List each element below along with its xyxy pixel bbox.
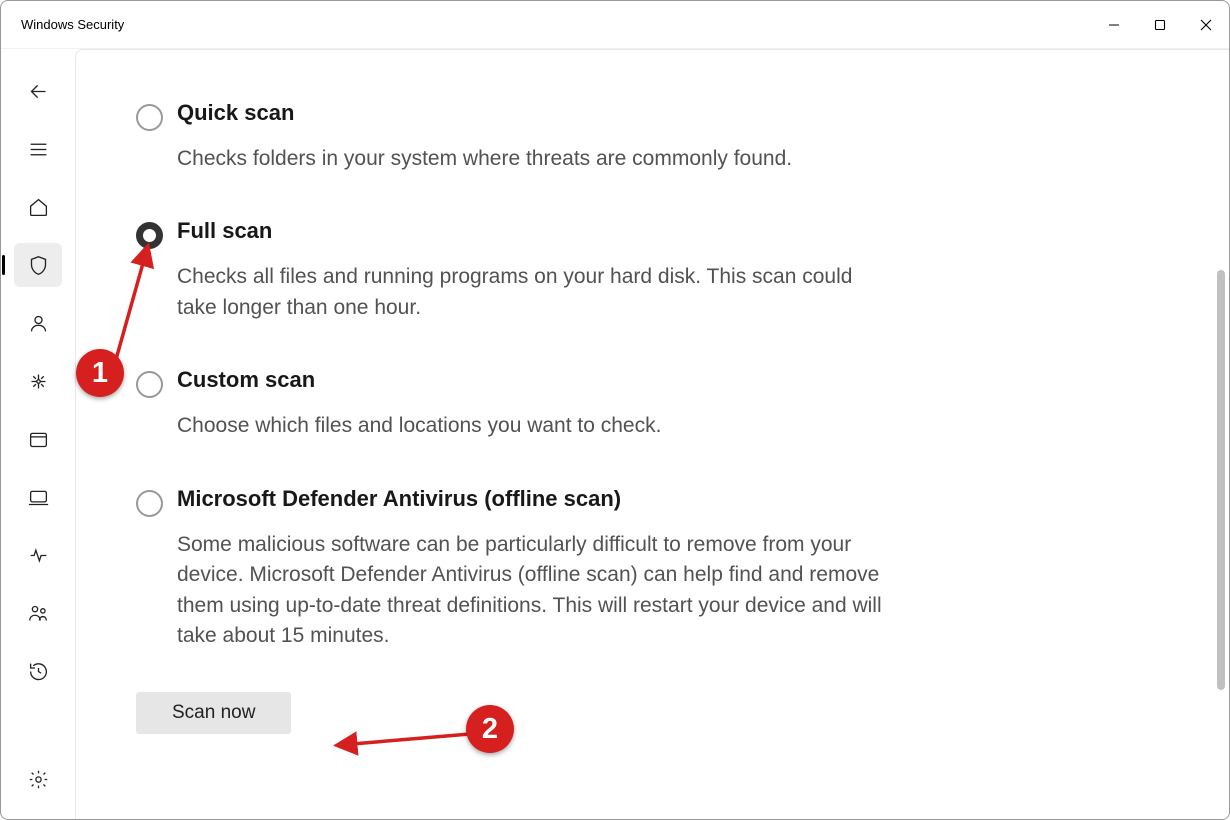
option-quick-scan[interactable]: Quick scan Checks folders in your system… [136,100,896,174]
option-custom-scan[interactable]: Custom scan Choose which files and locat… [136,367,896,441]
sidebar-nav [1,49,75,819]
sidebar-item-device-performance[interactable] [14,533,62,577]
sidebar-item-app-control[interactable] [14,417,62,461]
sidebar-item-account[interactable] [14,301,62,345]
window-controls [1091,1,1229,48]
option-title: Microsoft Defender Antivirus (offline sc… [177,486,896,512]
minimize-button[interactable] [1091,1,1137,48]
menu-button[interactable] [14,127,62,171]
window-title: Windows Security [21,17,124,32]
option-title: Quick scan [177,100,896,126]
scan-now-button[interactable]: Scan now [136,692,291,734]
maximize-button[interactable] [1137,1,1183,48]
option-offline-scan[interactable]: Microsoft Defender Antivirus (offline sc… [136,486,896,652]
option-description: Checks all files and running programs on… [177,262,896,323]
option-title: Full scan [177,218,896,244]
sidebar-item-home[interactable] [14,185,62,229]
title-bar: Windows Security [1,1,1229,49]
annotation-step-1: 1 [76,349,124,397]
sidebar-item-family[interactable] [14,591,62,635]
sidebar-item-device-security[interactable] [14,475,62,519]
annotation-step-2: 2 [466,705,514,753]
back-button[interactable] [14,69,62,113]
scrollbar-thumb[interactable] [1217,270,1225,690]
sidebar-item-settings[interactable] [14,757,62,801]
sidebar-item-history[interactable] [14,649,62,693]
radio-offline-scan[interactable] [136,490,163,517]
option-description: Some malicious software can be particula… [177,530,896,652]
scan-options-panel: Quick scan Checks folders in your system… [75,49,1229,819]
close-button[interactable] [1183,1,1229,48]
option-description: Checks folders in your system where thre… [177,144,896,174]
option-title: Custom scan [177,367,896,393]
option-description: Choose which files and locations you wan… [177,411,896,441]
radio-quick-scan[interactable] [136,104,163,131]
annotation-arrow-2 [328,727,478,757]
option-full-scan[interactable]: Full scan Checks all files and running p… [136,218,896,323]
sidebar-item-firewall[interactable] [14,359,62,403]
sidebar-item-virus-protection[interactable] [14,243,62,287]
